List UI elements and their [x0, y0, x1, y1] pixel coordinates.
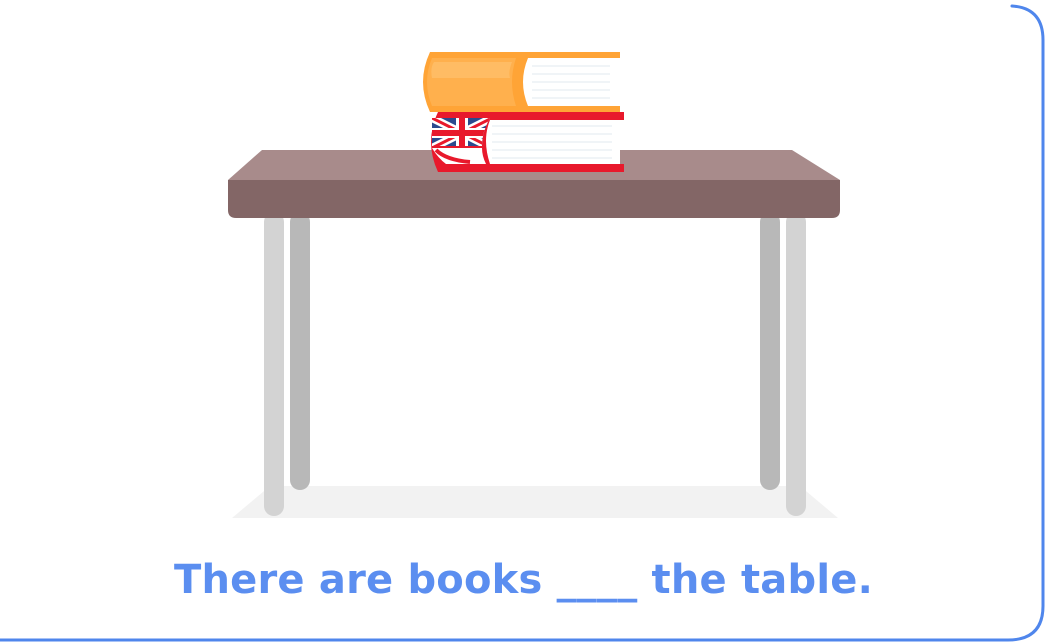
orange-book [423, 52, 620, 112]
table-leg-front-left [264, 212, 284, 516]
exercise-card: There are books ____ the table. [0, 0, 1047, 644]
sentence-end: the table. [637, 557, 873, 603]
answer-blank[interactable]: ____ [557, 557, 638, 603]
floor-shadow [232, 486, 838, 518]
table-leg-front-right [786, 212, 806, 516]
table-leg-back-right [760, 212, 780, 490]
table-leg-back-left [290, 212, 310, 490]
exercise-sentence: There are books ____ the table. [0, 548, 1047, 612]
sentence-start: There are books [174, 557, 557, 603]
union-jack-book [431, 112, 624, 172]
